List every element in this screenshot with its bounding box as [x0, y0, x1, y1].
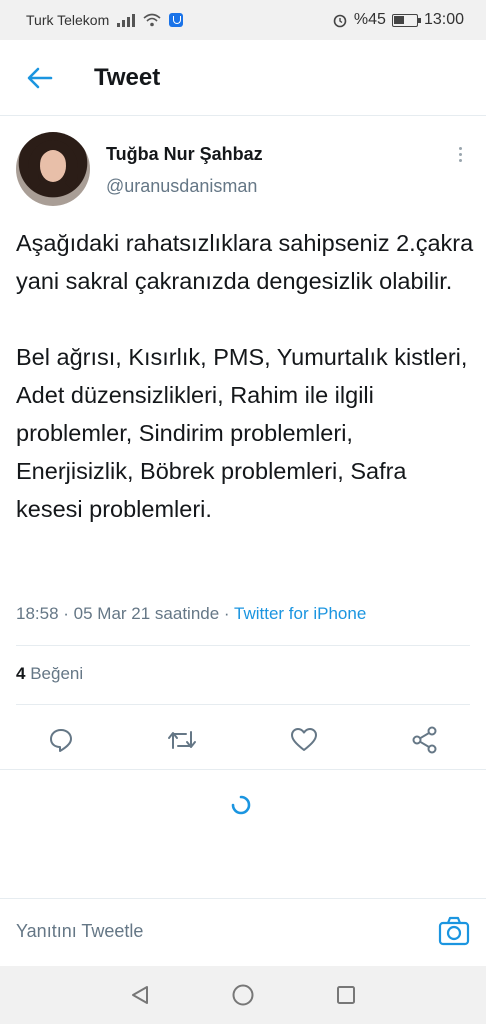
back-button[interactable]	[22, 60, 58, 96]
loading-spinner-icon	[231, 795, 251, 815]
app-header: Tweet	[0, 40, 486, 116]
status-left: Turk Telekom	[26, 12, 184, 28]
tweet-actions	[0, 712, 486, 768]
tweet-author: Tuğba Nur Şahbaz @uranusdanisman	[16, 130, 470, 210]
like-count-label: Beğeni	[25, 664, 84, 683]
like-count[interactable]: 4 Beğeni	[16, 664, 83, 684]
retweet-icon	[168, 731, 196, 749]
reply-input[interactable]: Yanıtını Tweetle	[16, 921, 143, 942]
divider	[16, 704, 470, 705]
alarm-icon	[333, 14, 347, 28]
author-handle[interactable]: @uranusdanisman	[106, 176, 257, 197]
like-button[interactable]	[289, 725, 319, 755]
tweet-text: Aşağıdaki rahatsızlıklara sahipseniz 2.ç…	[16, 230, 474, 522]
recents-square-icon[interactable]	[335, 984, 357, 1006]
status-bar: Turk Telekom %45 13:00	[0, 0, 486, 40]
wifi-icon	[143, 13, 161, 27]
system-nav-bar	[0, 966, 486, 1024]
reply-button[interactable]	[46, 725, 76, 755]
retweet-button[interactable]	[167, 725, 197, 755]
avatar[interactable]	[16, 132, 90, 206]
back-triangle-icon[interactable]	[129, 984, 151, 1006]
share-icon	[412, 726, 437, 754]
tweet-source-link[interactable]: Twitter for iPhone	[234, 604, 366, 623]
page-title: Tweet	[94, 63, 161, 91]
reply-bar: Yanıtını Tweetle	[0, 898, 486, 966]
more-options-button[interactable]	[450, 144, 470, 164]
home-circle-icon[interactable]	[231, 983, 255, 1007]
heart-icon	[291, 728, 317, 751]
reply-icon	[50, 729, 72, 752]
camera-button[interactable]	[438, 915, 470, 947]
divider	[0, 769, 486, 770]
camera-icon	[438, 916, 470, 946]
battery-percent: %45	[353, 11, 386, 28]
signal-icon	[117, 13, 136, 27]
carrier-label: Turk Telekom	[26, 12, 110, 28]
divider	[16, 645, 470, 646]
tweet-meta: 18:58 · 05 Mar 21 saatinde · Twitter for…	[16, 604, 366, 624]
clock: 13:00	[423, 11, 464, 28]
author-name[interactable]: Tuğba Nur Şahbaz	[106, 144, 263, 165]
shield-icon	[169, 13, 184, 27]
arrow-left-icon	[27, 67, 53, 88]
tweet-timestamp: 18:58 · 05 Mar 21 saatinde ·	[16, 604, 234, 623]
status-right: %45 13:00	[332, 11, 464, 29]
more-vertical-icon	[458, 146, 462, 150]
battery-icon	[391, 13, 421, 27]
share-button[interactable]	[410, 725, 440, 755]
